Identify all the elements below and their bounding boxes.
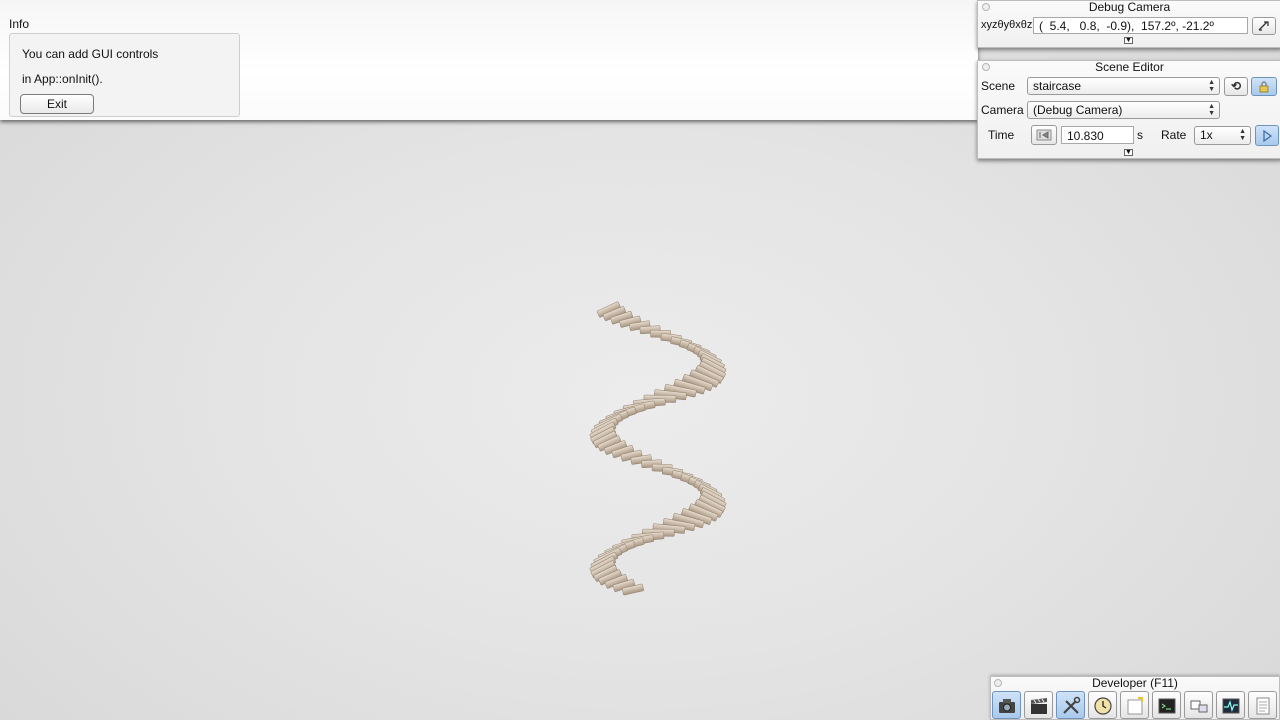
time-field[interactable]: 10.830 [1061,126,1134,144]
scene-select[interactable]: staircase ▲ ▼ [1027,77,1220,95]
developer-toolbar: Developer (F11) [990,676,1280,720]
scene-select-value: staircase [1033,79,1082,93]
info-text-line-2: in App::onInit(). [22,72,103,86]
link-icon [1258,21,1269,31]
time-label: Time [988,128,1015,142]
developer-title: Developer (F11) [1092,676,1178,690]
tools-tool-button[interactable] [1056,691,1085,719]
camera-link-button[interactable] [1252,17,1276,35]
scene-label: Scene [981,79,1016,93]
time-unit: s [1137,128,1143,142]
info-text-line-1: You can add GUI controls [22,47,159,61]
rate-select[interactable]: 1x ▲ ▼ [1194,126,1251,145]
clock-tool-button[interactable] [1088,691,1117,719]
select-arrows-icon: ▲ ▼ [1208,103,1215,117]
reload-scene-button[interactable]: ⟲ [1224,77,1248,96]
rate-label: Rate [1161,128,1187,142]
window-layout-tool-button[interactable] [1184,691,1213,719]
staircase-render [589,301,727,596]
reload-icon: ⟲ [1230,79,1242,93]
clock-icon [1094,697,1112,715]
camera-label: Camera [981,103,1024,117]
select-arrows-icon: ▲ ▼ [1239,128,1246,142]
lock-scene-button[interactable] [1251,77,1277,96]
document-tool-button[interactable] [1248,691,1277,719]
scene-editor-title: Scene Editor [1095,60,1164,74]
xyz-label: xyzθyθxθz [981,19,1033,31]
profiler-icon [1222,698,1240,714]
note-icon [1127,697,1143,715]
play-button[interactable] [1255,125,1279,146]
clapperboard-icon [1031,698,1047,714]
time-rewind-button[interactable] [1031,125,1057,145]
debug-camera-panel: Debug Camera xyzθyθxθz ( 5.4, 0.8, -0.9)… [977,0,1280,48]
scene-editor-tool-button[interactable] [1024,691,1053,719]
chevron-down-icon[interactable]: ▼ [1124,149,1133,156]
play-icon [1263,129,1273,143]
window-layout-icon [1190,700,1208,713]
staircase-steps [589,301,727,596]
camera-position-field[interactable]: ( 5.4, 0.8, -0.9), 157.2º, -21.2º [1033,17,1248,34]
info-title: Info [9,17,30,31]
rewind-icon [1036,129,1052,141]
lock-icon [1259,81,1269,93]
rate-select-value: 1x [1200,128,1213,142]
debug-camera-title: Debug Camera [1088,0,1171,14]
terminal-tool-button[interactable] [1152,691,1181,719]
camera-icon [999,699,1015,713]
camera-select[interactable]: (Debug Camera) ▲ ▼ [1027,101,1220,119]
tools-icon [1063,696,1081,714]
camera-tool-button[interactable] [992,691,1021,719]
select-arrows-icon: ▲ ▼ [1208,79,1215,93]
terminal-icon [1158,698,1176,714]
info-box: You can add GUI controls in App::onInit(… [9,33,240,117]
chevron-down-icon[interactable]: ▼ [1124,37,1133,44]
exit-button[interactable]: Exit [20,94,94,114]
profiler-tool-button[interactable] [1216,691,1245,719]
note-tool-button[interactable] [1120,691,1149,719]
scene-editor-panel: Scene Editor Scene staircase ▲ ▼ ⟲ Camera… [977,60,1280,159]
document-icon [1256,697,1270,715]
info-bar: Info You can add GUI controls in App::on… [0,0,978,120]
camera-select-value: (Debug Camera) [1033,103,1123,117]
